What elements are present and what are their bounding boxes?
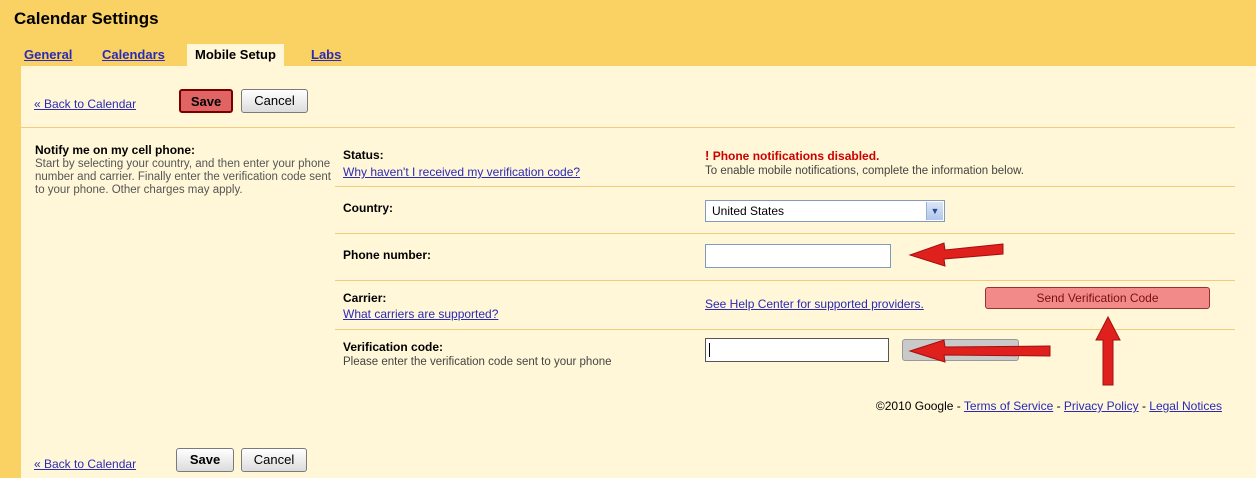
footer-separator: - <box>1138 399 1150 413</box>
footer: ©2010 Google - Terms of Service - Privac… <box>876 399 1222 413</box>
cancel-button-bottom[interactable]: Cancel <box>241 448 307 472</box>
privacy-link[interactable]: Privacy Policy <box>1064 399 1139 413</box>
terms-link[interactable]: Terms of Service <box>964 399 1053 413</box>
save-button-bottom[interactable]: Save <box>176 448 234 472</box>
annotation-arrow-verification <box>908 339 1051 363</box>
legal-link[interactable]: Legal Notices <box>1149 399 1222 413</box>
footer-separator: - <box>1053 399 1064 413</box>
copyright-text: ©2010 Google - <box>875 399 964 413</box>
annotation-arrow-send <box>1095 315 1121 386</box>
back-to-calendar-link-bottom[interactable]: « Back to Calendar <box>34 457 136 471</box>
annotation-arrow-phone <box>908 242 1004 267</box>
